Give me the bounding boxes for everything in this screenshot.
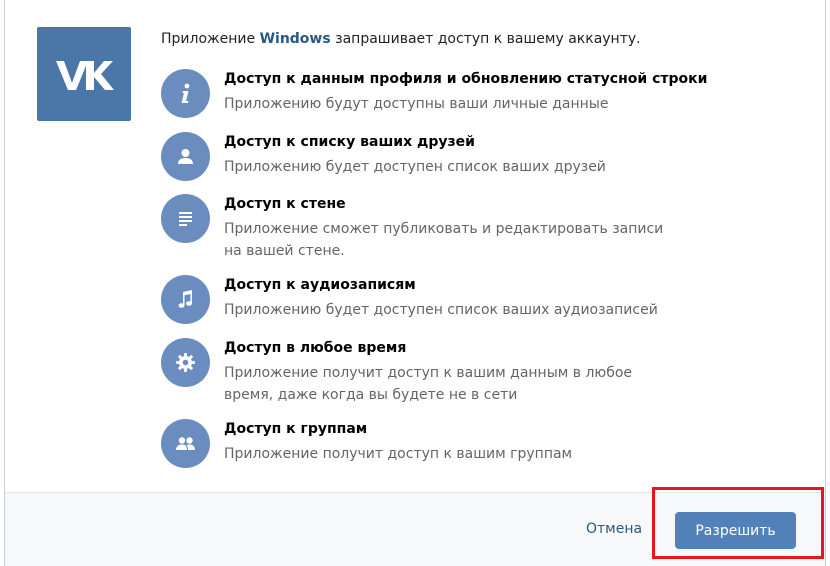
wall-icon [161, 194, 210, 243]
intro-suffix: запрашивает доступ к вашему аккаунту. [330, 31, 641, 47]
permission-title: Доступ к группам [224, 421, 368, 437]
vk-logo-icon [37, 27, 131, 121]
permission-title: Доступ к данным профиля и обновлению ста… [224, 71, 708, 87]
gear-icon [161, 338, 210, 387]
permission-description: Приложение сможет публиковать и редактир… [224, 221, 664, 259]
user-icon [161, 132, 210, 181]
permission-description: Приложение получит доступ к вашим группа… [224, 446, 573, 462]
intro-prefix: Приложение [161, 31, 260, 47]
permission-description: Приложению будет доступен список ваших д… [224, 159, 606, 175]
permission-description: Приложению будут доступны ваши личные да… [224, 96, 609, 112]
permission-title: Доступ к аудиозаписям [224, 277, 416, 293]
music-icon [161, 275, 210, 324]
permission-title: Доступ к списку ваших друзей [224, 134, 475, 150]
info-icon [161, 69, 210, 118]
permission-dialog: Приложение Windows запрашивает доступ к … [4, 0, 826, 566]
groups-icon [161, 419, 210, 468]
permission-title: Доступ в любое время [224, 340, 407, 356]
permission-title: Доступ к стене [224, 196, 346, 212]
cancel-button[interactable]: Отмена [586, 521, 642, 537]
highlight-frame [652, 487, 824, 559]
permission-description: Приложение получит доступ к вашим данным… [224, 365, 633, 403]
permission-description: Приложению будет доступен список ваших а… [224, 302, 658, 318]
request-intro: Приложение Windows запрашивает доступ к … [161, 31, 641, 47]
app-name: Windows [259, 31, 331, 47]
